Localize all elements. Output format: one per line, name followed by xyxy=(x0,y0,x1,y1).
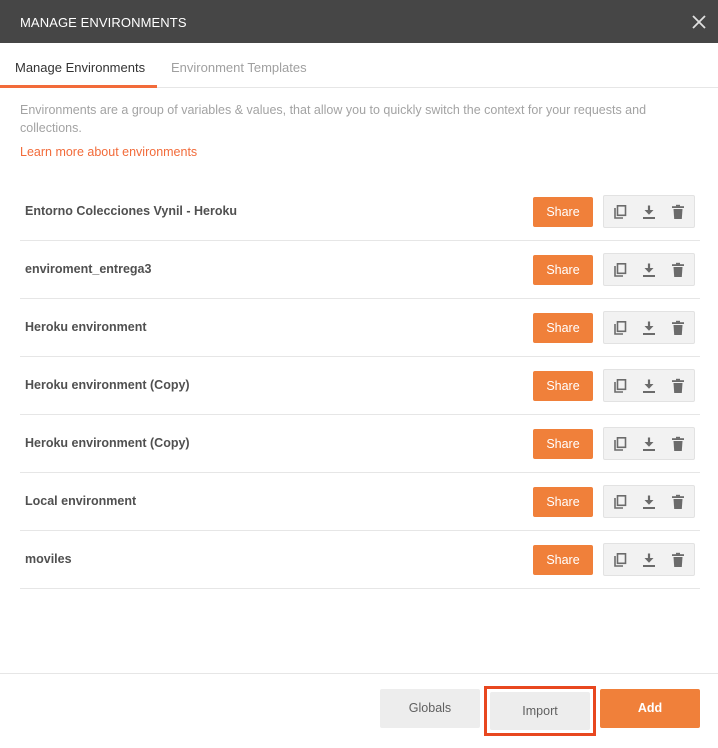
environment-row[interactable]: Heroku environment (Copy) Share xyxy=(20,415,700,473)
description-text: Environments are a group of variables & … xyxy=(20,103,647,135)
trash-icon[interactable] xyxy=(670,320,686,336)
environment-name[interactable]: Heroku environment xyxy=(25,320,147,334)
share-button[interactable]: Share xyxy=(533,197,593,227)
share-button[interactable]: Share xyxy=(533,371,593,401)
add-button[interactable]: Add xyxy=(600,689,700,728)
duplicate-icon[interactable] xyxy=(612,552,628,568)
environment-name[interactable]: Local environment xyxy=(25,494,136,508)
environment-row[interactable]: Heroku environment Share xyxy=(20,299,700,357)
environment-actions xyxy=(603,195,695,228)
share-button[interactable]: Share xyxy=(533,255,593,285)
share-button[interactable]: Share xyxy=(533,545,593,575)
environment-row[interactable]: Heroku environment (Copy) Share xyxy=(20,357,700,415)
share-button[interactable]: Share xyxy=(533,313,593,343)
tab-environment-templates[interactable]: Environment Templates xyxy=(171,60,307,75)
duplicate-icon[interactable] xyxy=(612,436,628,452)
download-icon[interactable] xyxy=(641,320,657,336)
modal-title: MANAGE ENVIRONMENTS xyxy=(20,15,187,30)
environment-name[interactable]: Entorno Colecciones Vynil - Heroku xyxy=(25,204,237,218)
environment-name[interactable]: moviles xyxy=(25,552,72,566)
trash-icon[interactable] xyxy=(670,494,686,510)
download-icon[interactable] xyxy=(641,262,657,278)
import-highlight-box: Import xyxy=(484,686,596,736)
environment-actions xyxy=(603,427,695,460)
share-button[interactable]: Share xyxy=(533,429,593,459)
download-icon[interactable] xyxy=(641,204,657,220)
trash-icon[interactable] xyxy=(670,262,686,278)
learn-more-link[interactable]: Learn more about environments xyxy=(20,145,197,159)
share-button[interactable]: Share xyxy=(533,487,593,517)
download-icon[interactable] xyxy=(641,494,657,510)
download-icon[interactable] xyxy=(641,436,657,452)
modal-footer: Globals Import Add xyxy=(0,673,718,748)
trash-icon[interactable] xyxy=(670,552,686,568)
manage-environments-modal: MANAGE ENVIRONMENTS Manage Environments … xyxy=(0,0,718,748)
environment-row[interactable]: Entorno Colecciones Vynil - Heroku Share xyxy=(20,183,700,241)
environment-actions xyxy=(603,253,695,286)
duplicate-icon[interactable] xyxy=(612,320,628,336)
tab-bar: Manage Environments Environment Template… xyxy=(0,43,718,88)
environment-actions xyxy=(603,543,695,576)
trash-icon[interactable] xyxy=(670,378,686,394)
environment-row[interactable]: enviroment_entrega3 Share xyxy=(20,241,700,299)
globals-button[interactable]: Globals xyxy=(380,689,480,728)
duplicate-icon[interactable] xyxy=(612,494,628,510)
environment-name[interactable]: Heroku environment (Copy) xyxy=(25,378,190,392)
tab-manage-environments[interactable]: Manage Environments xyxy=(15,60,145,75)
duplicate-icon[interactable] xyxy=(612,262,628,278)
download-icon[interactable] xyxy=(641,378,657,394)
download-icon[interactable] xyxy=(641,552,657,568)
close-icon[interactable] xyxy=(690,13,708,31)
environment-name[interactable]: enviroment_entrega3 xyxy=(25,262,151,276)
environment-name[interactable]: Heroku environment (Copy) xyxy=(25,436,190,450)
modal-header: MANAGE ENVIRONMENTS xyxy=(0,0,718,43)
duplicate-icon[interactable] xyxy=(612,378,628,394)
duplicate-icon[interactable] xyxy=(612,204,628,220)
environment-row[interactable]: Local environment Share xyxy=(20,473,700,531)
environment-actions xyxy=(603,369,695,402)
import-button[interactable]: Import xyxy=(490,692,590,730)
environment-actions xyxy=(603,485,695,518)
active-tab-indicator xyxy=(0,85,157,88)
trash-icon[interactable] xyxy=(670,436,686,452)
trash-icon[interactable] xyxy=(670,204,686,220)
environment-actions xyxy=(603,311,695,344)
environment-row[interactable]: moviles Share xyxy=(20,531,700,589)
